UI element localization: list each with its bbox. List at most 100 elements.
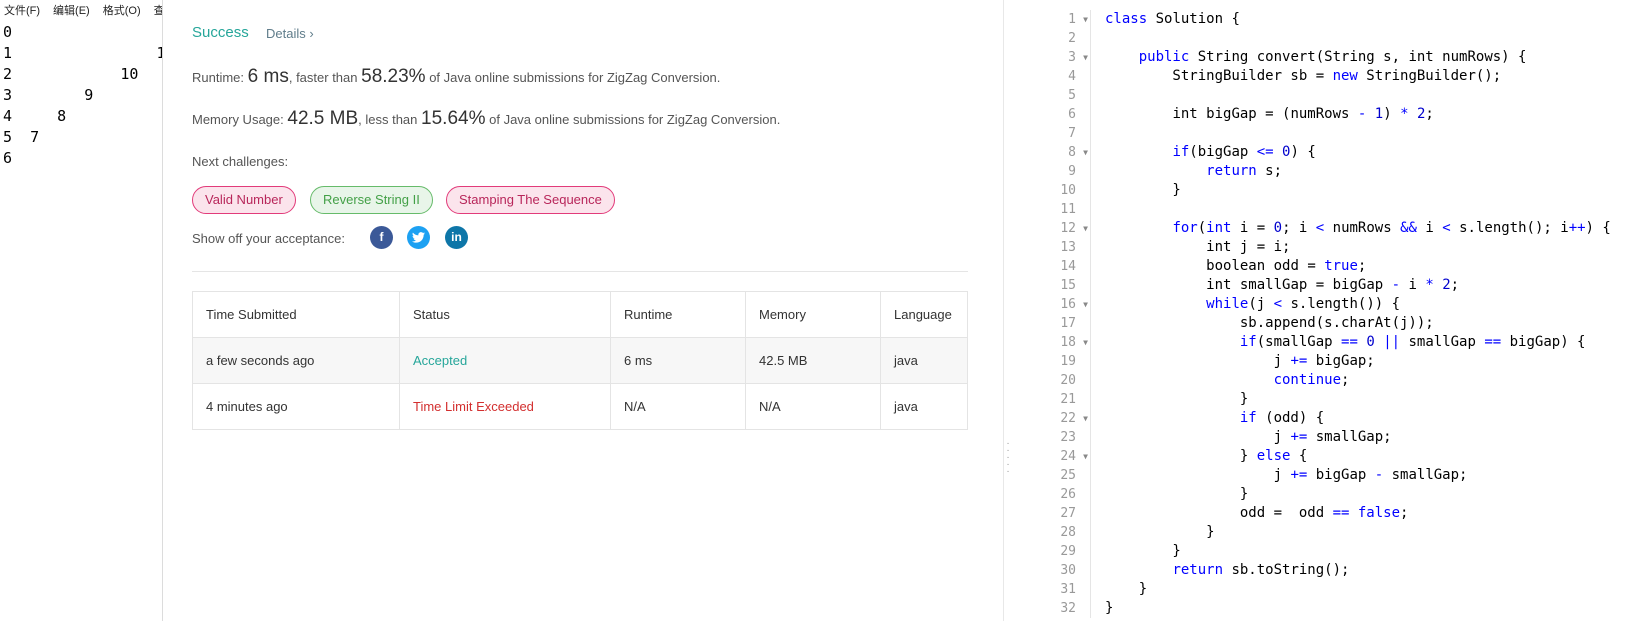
code-line[interactable]: } bbox=[1105, 523, 1611, 542]
line-number: 1 ▼ bbox=[1068, 10, 1088, 29]
challenge-chip-reverse-string-ii[interactable]: Reverse String II bbox=[310, 186, 433, 214]
code-keyword: public bbox=[1138, 49, 1190, 65]
line-number: 16 ▼ bbox=[1060, 295, 1088, 314]
col-time-submitted[interactable]: Time Submitted bbox=[192, 291, 400, 338]
code-line[interactable] bbox=[1105, 124, 1611, 143]
menu-view[interactable]: 查 bbox=[154, 2, 162, 18]
code-line[interactable]: } else { bbox=[1105, 447, 1611, 466]
challenge-chip-stamping-the-sequence[interactable]: Stamping The Sequence bbox=[446, 186, 615, 214]
code-line[interactable]: } bbox=[1105, 390, 1611, 409]
line-number: 20 bbox=[1060, 373, 1076, 388]
fold-toggle-icon[interactable]: ▼ bbox=[1083, 447, 1088, 466]
fold-toggle-icon[interactable]: ▼ bbox=[1083, 409, 1088, 428]
code-keyword: if bbox=[1239, 410, 1257, 426]
col-runtime[interactable]: Runtime bbox=[610, 291, 746, 338]
cell-status[interactable]: Accepted bbox=[399, 337, 611, 384]
fold-toggle-icon[interactable]: ▼ bbox=[1083, 219, 1088, 238]
code-line[interactable]: int smallGap = bigGap - i * 2; bbox=[1105, 276, 1611, 295]
line-number: 3 ▼ bbox=[1068, 48, 1088, 67]
menu-format[interactable]: 格式(O) bbox=[103, 2, 141, 18]
memory-suffix: of Java online submissions for ZigZag Co… bbox=[489, 112, 781, 127]
fold-toggle-icon[interactable]: ▼ bbox=[1083, 48, 1088, 67]
cell-memory: 42.5 MB bbox=[745, 337, 881, 384]
line-number: 13 bbox=[1060, 240, 1076, 255]
linkedin-icon[interactable]: in bbox=[445, 226, 468, 249]
notepad-window: 文件(F) 编辑(E) 格式(O) 查 0 12 1 11 13 2 10 14… bbox=[0, 0, 163, 621]
line-number: 27 bbox=[1060, 506, 1076, 521]
code-line[interactable]: return sb.toString(); bbox=[1105, 561, 1611, 580]
code-line[interactable] bbox=[1105, 29, 1611, 48]
code-content[interactable]: class Solution { public String convert(S… bbox=[1105, 10, 1611, 618]
col-language[interactable]: Language bbox=[880, 291, 968, 338]
code-operator: += bbox=[1290, 429, 1308, 445]
code-line[interactable]: } bbox=[1105, 542, 1611, 561]
pane-splitter[interactable] bbox=[1003, 0, 1004, 621]
line-number: 2 bbox=[1068, 31, 1076, 46]
code-line[interactable]: } bbox=[1105, 485, 1611, 504]
runtime-compare: , faster than bbox=[288, 70, 358, 85]
cell-status[interactable]: Time Limit Exceeded bbox=[399, 383, 611, 430]
col-status[interactable]: Status bbox=[399, 291, 611, 338]
code-line[interactable]: return s; bbox=[1105, 162, 1611, 181]
challenge-chip-valid-number[interactable]: Valid Number bbox=[192, 186, 296, 214]
code-line[interactable]: if(bigGap <= 0) { bbox=[1105, 143, 1611, 162]
cell-language: java bbox=[880, 337, 968, 384]
code-line[interactable]: } bbox=[1105, 181, 1611, 200]
notepad-text-area[interactable]: 0 12 1 11 13 2 10 14 3 9 15 4 8 16 5 7 1… bbox=[3, 22, 162, 169]
line-number: 18 ▼ bbox=[1060, 333, 1088, 352]
code-keyword: int bbox=[1206, 220, 1232, 236]
code-line[interactable]: } bbox=[1105, 599, 1611, 618]
runtime-suffix: of Java online submissions for ZigZag Co… bbox=[429, 70, 721, 85]
details-link[interactable]: Details › bbox=[266, 26, 314, 41]
splitter-handle-icon[interactable]: · · · · · bbox=[1006, 439, 1010, 477]
line-number: 15 bbox=[1060, 278, 1076, 293]
table-header-row: Time Submitted Status Runtime Memory Lan… bbox=[192, 291, 968, 338]
code-line[interactable]: } bbox=[1105, 580, 1611, 599]
code-line[interactable]: j += bigGap; bbox=[1105, 352, 1611, 371]
code-keyword: true bbox=[1324, 258, 1358, 274]
code-line[interactable]: for(int i = 0; i < numRows && i < s.leng… bbox=[1105, 219, 1610, 238]
code-keyword: int bbox=[1172, 106, 1198, 122]
code-line[interactable]: public String convert(String s, int numR… bbox=[1105, 48, 1611, 67]
fold-toggle-icon[interactable]: ▼ bbox=[1083, 333, 1088, 352]
code-number: 2 bbox=[1416, 106, 1426, 122]
code-line[interactable]: int j = i; bbox=[1105, 238, 1611, 257]
table-row[interactable]: a few seconds ago Accepted 6 ms 42.5 MB … bbox=[192, 337, 968, 384]
fold-toggle-icon[interactable]: ▼ bbox=[1083, 143, 1088, 162]
code-line[interactable]: continue; bbox=[1105, 371, 1611, 390]
code-line[interactable]: int bigGap = (numRows - 1) * 2; bbox=[1105, 105, 1611, 124]
line-number: 32 bbox=[1060, 601, 1076, 616]
twitter-icon[interactable] bbox=[407, 226, 430, 249]
fold-toggle-icon[interactable]: ▼ bbox=[1083, 10, 1088, 29]
line-number: 23 bbox=[1060, 430, 1076, 445]
line-number: 25 bbox=[1060, 468, 1076, 483]
code-line[interactable]: sb.append(s.charAt(j)); bbox=[1105, 314, 1611, 333]
code-keyword: int bbox=[1408, 49, 1434, 65]
line-number: 5 bbox=[1068, 88, 1076, 103]
code-operator: += bbox=[1290, 467, 1308, 483]
code-line[interactable] bbox=[1105, 86, 1611, 105]
code-line[interactable]: while(j < s.length()) { bbox=[1105, 295, 1611, 314]
code-line[interactable]: boolean odd = true; bbox=[1105, 257, 1611, 276]
code-line[interactable]: if(smallGap == 0 || smallGap == bigGap) … bbox=[1105, 333, 1611, 352]
code-line[interactable]: odd = odd == false; bbox=[1105, 504, 1611, 523]
code-line[interactable]: j += bigGap - smallGap; bbox=[1105, 466, 1611, 485]
code-editor[interactable]: 1 ▼ 2 3 ▼ 4 5 6 7 8 ▼ 9 10 11 12 ▼ 13 14 15 16 ▼ 17 18 ▼ 19 20 21 2… bbox=[1027, 0, 1652, 621]
next-challenges-label: Next challenges: bbox=[192, 154, 289, 169]
cell-time: a few seconds ago bbox=[192, 337, 400, 384]
facebook-icon[interactable]: f bbox=[370, 226, 393, 249]
code-keyword: return bbox=[1172, 562, 1224, 578]
code-line[interactable]: class Solution { bbox=[1105, 10, 1611, 29]
code-operator: < bbox=[1273, 296, 1283, 312]
code-line[interactable]: if (odd) { bbox=[1105, 409, 1611, 428]
code-line[interactable]: j += smallGap; bbox=[1105, 428, 1611, 447]
code-operator: - bbox=[1391, 277, 1401, 293]
menu-edit[interactable]: 编辑(E) bbox=[53, 2, 90, 18]
code-line[interactable] bbox=[1105, 200, 1611, 219]
menu-file[interactable]: 文件(F) bbox=[4, 2, 40, 18]
cell-runtime: 6 ms bbox=[610, 337, 746, 384]
table-row[interactable]: 4 minutes ago Time Limit Exceeded N/A N/… bbox=[192, 383, 968, 430]
code-line[interactable]: StringBuilder sb = new StringBuilder(); bbox=[1105, 67, 1611, 86]
col-memory[interactable]: Memory bbox=[745, 291, 881, 338]
fold-toggle-icon[interactable]: ▼ bbox=[1083, 295, 1088, 314]
